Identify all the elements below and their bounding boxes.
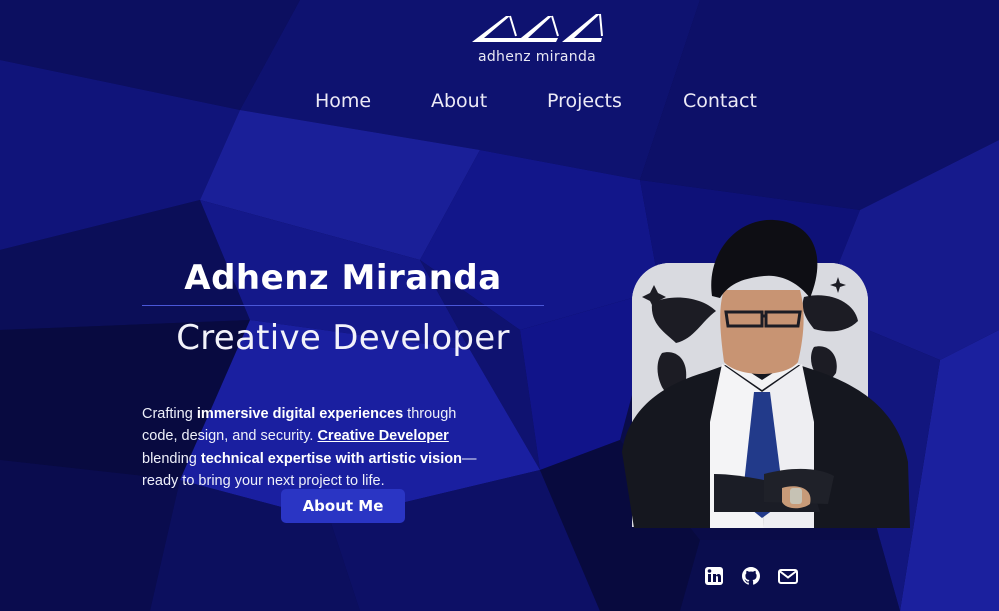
nav-home[interactable]: Home — [315, 90, 371, 112]
nav-projects[interactable]: Projects — [547, 90, 622, 112]
hero-divider — [142, 305, 544, 306]
triple-triangle-logo-icon — [472, 13, 603, 42]
github-icon[interactable] — [741, 566, 761, 586]
brand-name: adhenz miranda — [477, 49, 597, 65]
brand-logo[interactable]: adhenz miranda — [470, 12, 610, 70]
nav-contact[interactable]: Contact — [683, 90, 757, 112]
mail-icon[interactable] — [777, 566, 798, 586]
desc-text-3: blending — [142, 450, 201, 467]
site-header: adhenz miranda Home About Projects Conta… — [0, 0, 999, 140]
hero-name: Adhenz Miranda — [184, 258, 502, 298]
social-links — [704, 566, 804, 588]
linkedin-icon[interactable] — [704, 566, 724, 586]
hero-description: Crafting immersive digital experiences t… — [142, 403, 492, 493]
hero-role: Creative Developer — [176, 318, 510, 358]
main-nav: Home About Projects Contact — [0, 90, 999, 118]
hero-heading-block: Adhenz Miranda Creative Developer — [142, 258, 544, 358]
desc-bold-1: immersive digital experiences — [196, 405, 404, 422]
desc-text-1: Crafting — [142, 405, 197, 422]
desc-link-creative-developer[interactable]: Creative Developer — [317, 428, 448, 444]
desc-bold-2: technical expertise with artistic vision — [200, 450, 462, 467]
about-me-button[interactable]: About Me — [281, 489, 405, 523]
nav-about[interactable]: About — [431, 90, 487, 112]
portrait-photo — [622, 219, 910, 528]
